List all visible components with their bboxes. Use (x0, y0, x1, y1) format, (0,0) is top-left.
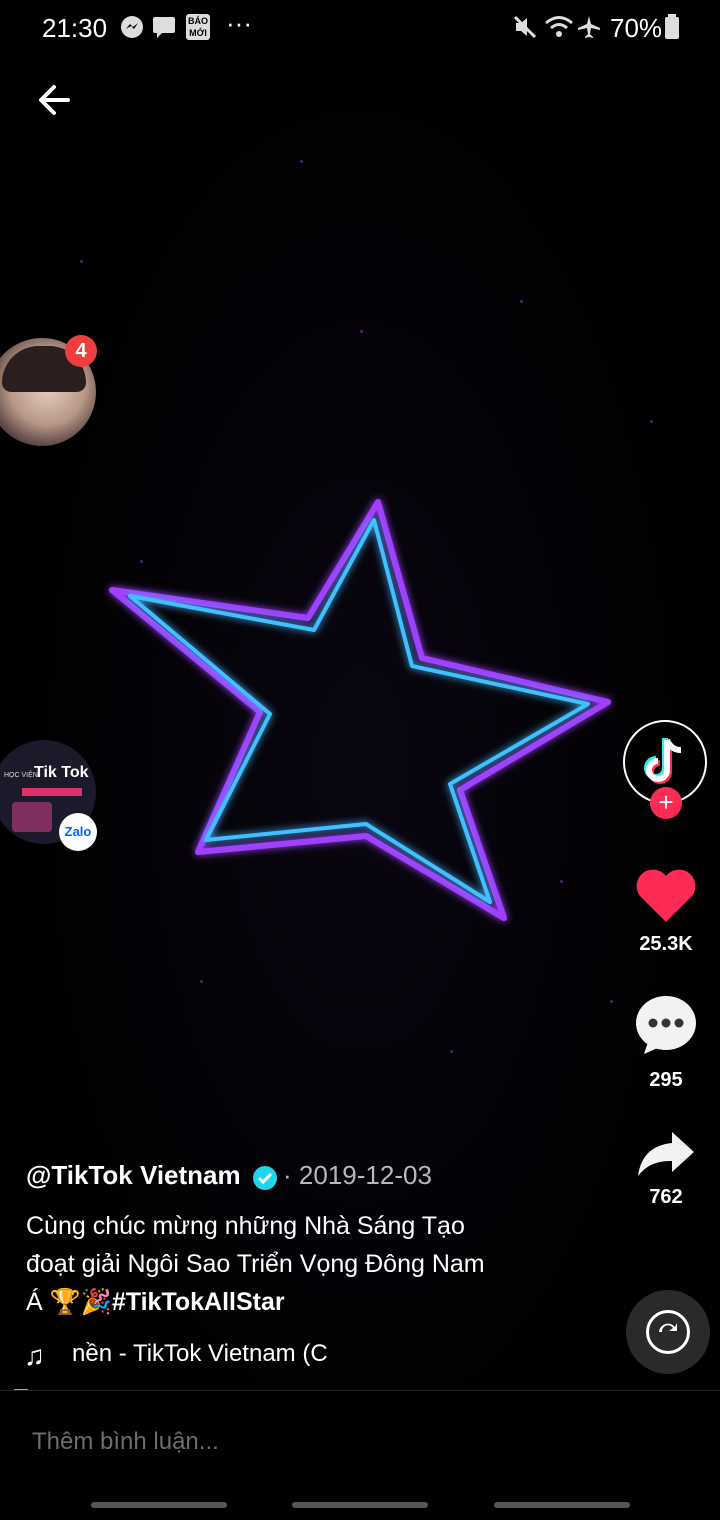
star-particle (610, 1000, 613, 1003)
star-particle (80, 260, 83, 263)
comment-input[interactable]: Thêm bình luận... (32, 1428, 219, 1456)
neon-star-graphic (109, 499, 611, 921)
tiktok-logo-icon (644, 738, 682, 784)
nav-home-bar[interactable] (292, 1502, 428, 1508)
bubble-title: Tik Tok (34, 764, 89, 781)
caption-emoji: Á 🏆🎉 (26, 1288, 112, 1316)
zalo-icon: Zalo (59, 813, 97, 851)
music-disc[interactable] (626, 1290, 710, 1374)
verified-badge-icon (253, 1166, 277, 1190)
music-note-icon: ♫ (24, 1340, 45, 1371)
comment-bubble-icon[interactable] (634, 994, 698, 1056)
messenger-icon (121, 16, 143, 38)
caption-line-2: đoạt giải Ngôi Sao Triển Vọng Đông Nam (26, 1250, 485, 1278)
wifi-icon (545, 16, 573, 37)
like-count: 25.3K (639, 933, 693, 955)
back-arrow-icon[interactable] (34, 78, 78, 122)
author-handle[interactable]: @TikTok Vietnam (26, 1160, 241, 1191)
date-separator: · (283, 1160, 292, 1190)
comment-count: 295 (649, 1069, 683, 1091)
battery-icon (665, 14, 679, 39)
nav-recents-bar[interactable] (91, 1502, 227, 1508)
like-heart-icon[interactable] (634, 866, 698, 926)
bubble-banner (22, 788, 82, 796)
nav-back-bar[interactable] (494, 1502, 630, 1508)
share-count: 762 (649, 1186, 683, 1208)
date-text: 2019-12-03 (298, 1160, 432, 1190)
disc-arrow-icon (659, 1323, 677, 1332)
star-particle (450, 1050, 453, 1053)
star-particle (520, 300, 523, 303)
post-date: · 2019-12-03 (283, 1160, 432, 1191)
bubble-figure (12, 802, 52, 832)
star-particle (360, 330, 363, 333)
airplane-icon (578, 16, 600, 38)
bubble-prefix: HỌC VIỆN (4, 772, 38, 779)
status-time: 21:30 (42, 13, 108, 43)
star-particle (650, 420, 653, 423)
star-particle (200, 980, 203, 983)
caption-line-3: Á 🏆🎉#TikTokAllStar (26, 1283, 586, 1321)
bao-moi-icon: BÁO MỚI (186, 14, 210, 40)
star-particle (300, 160, 303, 163)
comment-divider (0, 1390, 720, 1391)
caption-line-1: Cùng chúc mừng những Nhà Sáng Tạo (26, 1212, 465, 1240)
message-icon (153, 17, 175, 38)
follow-plus-button[interactable]: + (650, 787, 682, 819)
status-bar: 21:30 BÁO MỚI ··· 70% (0, 0, 720, 56)
battery-level: 70% (610, 13, 663, 43)
hashtag-link[interactable]: #TikTokAllStar (112, 1288, 285, 1316)
more-icon: ··· (226, 8, 252, 38)
share-arrow-icon[interactable] (636, 1130, 696, 1180)
mute-icon (513, 15, 537, 39)
music-title[interactable]: nền - TikTok Vietnam (C (72, 1340, 328, 1368)
unread-badge: 4 (65, 335, 97, 367)
